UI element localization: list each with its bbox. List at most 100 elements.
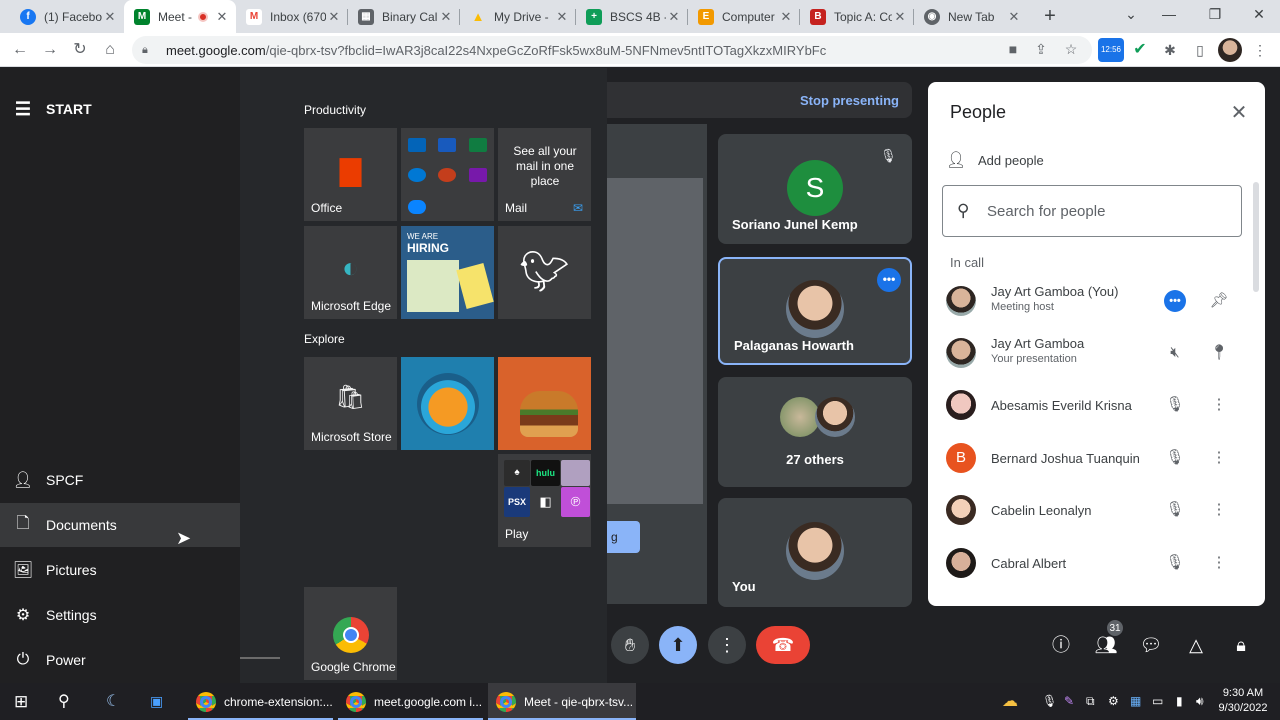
- close-icon[interactable]: ✕: [214, 9, 230, 25]
- participant-row[interactable]: Cabral Albert 🎙︎ ⋮: [928, 538, 1248, 590]
- start-menu-header[interactable]: ☰ START: [0, 92, 240, 126]
- self-tile[interactable]: You: [718, 498, 912, 607]
- hamburger-icon[interactable]: ☰: [0, 99, 46, 120]
- taskbar-meet[interactable]: Meet - qie-qbrx-tsv...: [488, 683, 636, 720]
- minimize-icon[interactable]: —: [1146, 0, 1192, 30]
- tab-facebook[interactable]: f (1) Facebo ✕: [10, 0, 124, 33]
- edge-tile[interactable]: ◐ Microsoft Edge: [304, 226, 397, 319]
- participant-row[interactable]: Jay Art Gamboa (You) Meeting host ••• 📌︎: [928, 276, 1248, 328]
- host-controls-icon[interactable]: 🔒︎: [1226, 630, 1256, 660]
- menu-kebab-icon[interactable]: ⋮: [1248, 38, 1272, 62]
- mic-off-icon[interactable]: 🎙︎: [1164, 447, 1186, 469]
- share-icon[interactable]: ⇪: [1030, 38, 1052, 60]
- tray-icon[interactable]: ▦: [1130, 683, 1141, 720]
- fishdom-tile[interactable]: [401, 357, 494, 450]
- home-icon[interactable]: ⌂: [98, 38, 122, 62]
- bookmark-star-icon[interactable]: ☆: [1060, 38, 1082, 60]
- close-icon[interactable]: ✕: [438, 9, 454, 25]
- tab-topic[interactable]: B Topic A: Co ✕: [800, 0, 914, 33]
- cortana-icon[interactable]: ☾: [106, 683, 120, 720]
- more-vert-icon[interactable]: ⋮: [1209, 499, 1229, 521]
- profile-avatar[interactable]: [1218, 38, 1242, 62]
- chat-icon[interactable]: 💬︎: [1136, 630, 1166, 660]
- close-icon[interactable]: ✕: [1006, 9, 1022, 25]
- volume-icon[interactable]: 🔊︎: [1196, 683, 1204, 720]
- close-icon[interactable]: ✕: [554, 9, 570, 25]
- pin-icon[interactable]: 📌︎: [1209, 290, 1229, 312]
- tab-computer[interactable]: E Computer ✕: [688, 0, 800, 33]
- participant-tile[interactable]: ••• Palaganas Howarth: [718, 257, 912, 365]
- user-account-item[interactable]: 👤︎ SPCF: [0, 458, 240, 502]
- stop-presenting-button[interactable]: Stop presenting: [800, 93, 899, 108]
- forward-icon[interactable]: →: [38, 38, 62, 62]
- mail-tile[interactable]: See all your mail in one place Mail ✉: [498, 128, 591, 221]
- cooking-game-tile[interactable]: [498, 357, 591, 450]
- start-scrollbar[interactable]: [240, 657, 280, 659]
- power-item[interactable]: ⏻ Power: [0, 638, 240, 682]
- pictures-item[interactable]: 🖼︎ Pictures: [0, 548, 240, 592]
- raise-hand-button[interactable]: ✋︎: [611, 626, 649, 664]
- more-options-icon[interactable]: •••: [877, 268, 901, 292]
- more-vert-icon[interactable]: ⋮: [1209, 394, 1229, 416]
- search-icon[interactable]: ⚲: [58, 683, 70, 720]
- close-window-icon[interactable]: ✕: [1236, 0, 1280, 30]
- chrome-tile[interactable]: Google Chrome: [304, 587, 397, 680]
- scrollbar[interactable]: [1253, 182, 1259, 292]
- more-vert-icon[interactable]: ⋮: [1209, 447, 1229, 469]
- twitter-tile[interactable]: 🐦︎: [498, 226, 591, 319]
- tab-meet[interactable]: M Meet - ✕: [124, 0, 236, 33]
- system-clock[interactable]: 9:30 AM 9/30/2022: [1218, 686, 1268, 716]
- tab-sheets[interactable]: + BSCS 4B - ✕: [576, 0, 688, 33]
- mic-off-icon[interactable]: 🎙︎: [1164, 394, 1186, 416]
- unpin-icon[interactable]: 📍︎: [1209, 342, 1229, 364]
- side-panel-icon[interactable]: ▯: [1188, 38, 1212, 62]
- mic-off-icon[interactable]: 🎙︎: [1164, 499, 1186, 521]
- taskbar-chrome-extension[interactable]: chrome-extension:...: [188, 683, 333, 720]
- participant-tile[interactable]: S 🎙︎ Soriano Junel Kemp: [718, 134, 912, 244]
- office-apps-tile[interactable]: [401, 128, 494, 221]
- search-input[interactable]: [987, 202, 1227, 220]
- participant-row[interactable]: Abesamis Everild Krisna 🎙︎ ⋮: [928, 380, 1248, 432]
- close-icon[interactable]: ✕: [778, 9, 794, 25]
- new-tab-icon[interactable]: +: [1038, 4, 1062, 28]
- tab-drive[interactable]: ▲ My Drive - ✕: [460, 0, 576, 33]
- close-icon[interactable]: ✕: [666, 9, 682, 25]
- play-tile[interactable]: ♠ hulu PSX ◧ ℗ Play: [498, 454, 591, 547]
- participant-row[interactable]: Cabelin Leonalyn 🎙︎ ⋮: [928, 485, 1248, 537]
- tray-icon[interactable]: ⚙︎: [1108, 683, 1119, 720]
- news-tile[interactable]: WE ARE HIRING: [401, 226, 494, 319]
- pen-icon[interactable]: ✎: [1064, 683, 1074, 720]
- tab-gmail[interactable]: M Inbox (670 ✕: [236, 0, 348, 33]
- close-icon[interactable]: ✕: [326, 9, 342, 25]
- tab-newtab[interactable]: ◉ New Tab ✕: [914, 0, 1028, 33]
- taskbar-meet-info[interactable]: meet.google.com i...: [338, 683, 483, 720]
- more-options-button[interactable]: ⋮: [708, 626, 746, 664]
- extensions-puzzle-icon[interactable]: ✱: [1158, 38, 1182, 62]
- office-tile[interactable]: ▇ Office: [304, 128, 397, 221]
- present-now-button[interactable]: ⬆: [659, 626, 697, 664]
- mic-off-icon[interactable]: 🎙︎: [1164, 552, 1186, 574]
- store-tile[interactable]: 🛍︎ Microsoft Store: [304, 357, 397, 450]
- network-icon[interactable]: ▭: [1152, 683, 1163, 720]
- participant-row[interactable]: B Bernard Joshua Tuanquin 🎙︎ ⋮: [928, 433, 1248, 485]
- address-bar[interactable]: 🔒︎ meet.google.com/qie-qbrx-tsv?fbclid=I…: [132, 36, 1092, 64]
- meeting-details-icon[interactable]: ⓘ: [1046, 630, 1076, 660]
- search-box[interactable]: ⚲: [942, 185, 1242, 237]
- restore-icon[interactable]: ❐: [1192, 0, 1238, 30]
- close-icon[interactable]: ✕: [102, 9, 118, 25]
- close-icon[interactable]: ✕: [1226, 100, 1252, 126]
- tab-binary-calculator[interactable]: ▦ Binary Cal ✕: [348, 0, 460, 33]
- reload-icon[interactable]: ↻: [68, 38, 92, 62]
- camera-icon[interactable]: ■: [1002, 38, 1024, 60]
- back-icon[interactable]: ←: [8, 38, 32, 62]
- more-vert-icon[interactable]: ⋮: [1209, 552, 1229, 574]
- settings-item[interactable]: ⚙︎ Settings: [0, 593, 240, 637]
- extension-timer-icon[interactable]: 12:56: [1098, 38, 1124, 62]
- leave-call-button[interactable]: ☎︎: [756, 626, 810, 664]
- activities-icon[interactable]: △: [1181, 630, 1211, 660]
- close-icon[interactable]: ✕: [892, 9, 908, 25]
- mic-tray-icon[interactable]: 🎙︎: [1042, 683, 1057, 720]
- volume-off-icon[interactable]: 🔇︎: [1164, 342, 1186, 364]
- windows-start-icon[interactable]: ⊞: [14, 683, 28, 720]
- weather-icon[interactable]: ☁: [1002, 683, 1018, 720]
